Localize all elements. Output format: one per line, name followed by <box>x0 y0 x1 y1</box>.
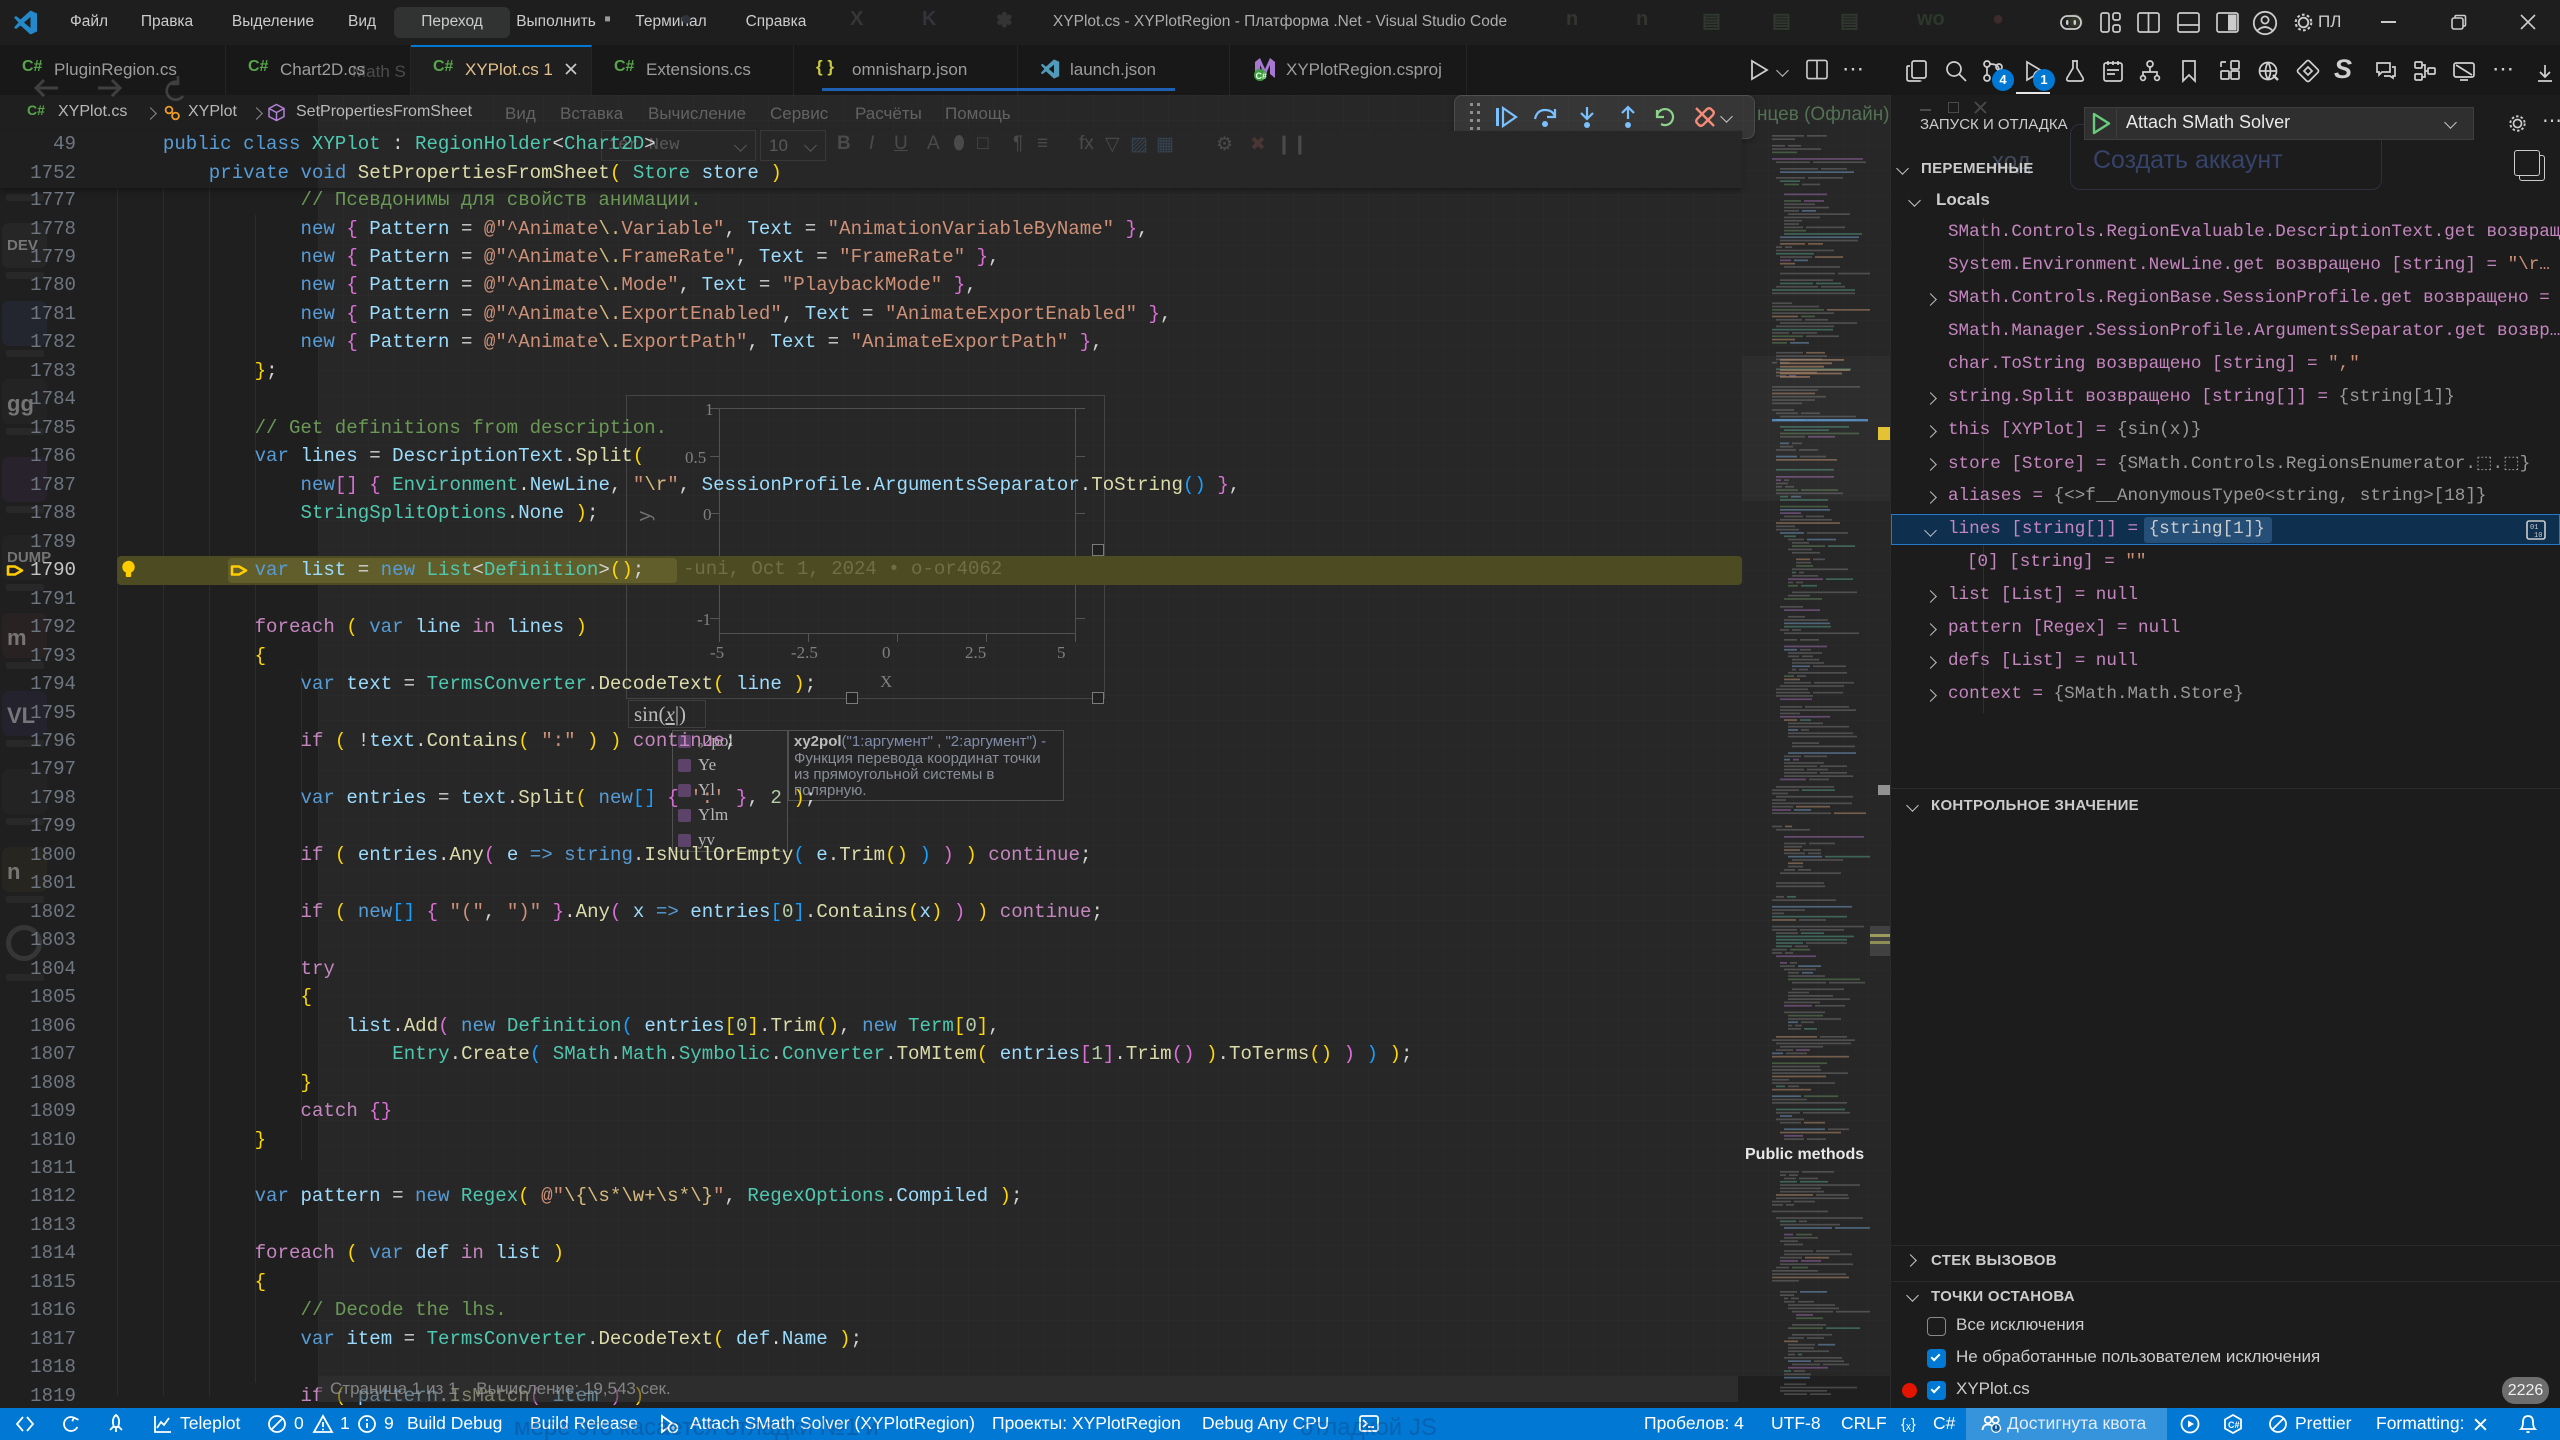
svg-text:C#: C# <box>2228 1420 2240 1430</box>
svg-text:01: 01 <box>2530 524 2538 532</box>
svg-text:10: 10 <box>2534 532 2542 540</box>
svg-text:C#: C# <box>1256 71 1268 81</box>
svg-text:{ₓ}: {ₓ} <box>1901 1416 1916 1433</box>
